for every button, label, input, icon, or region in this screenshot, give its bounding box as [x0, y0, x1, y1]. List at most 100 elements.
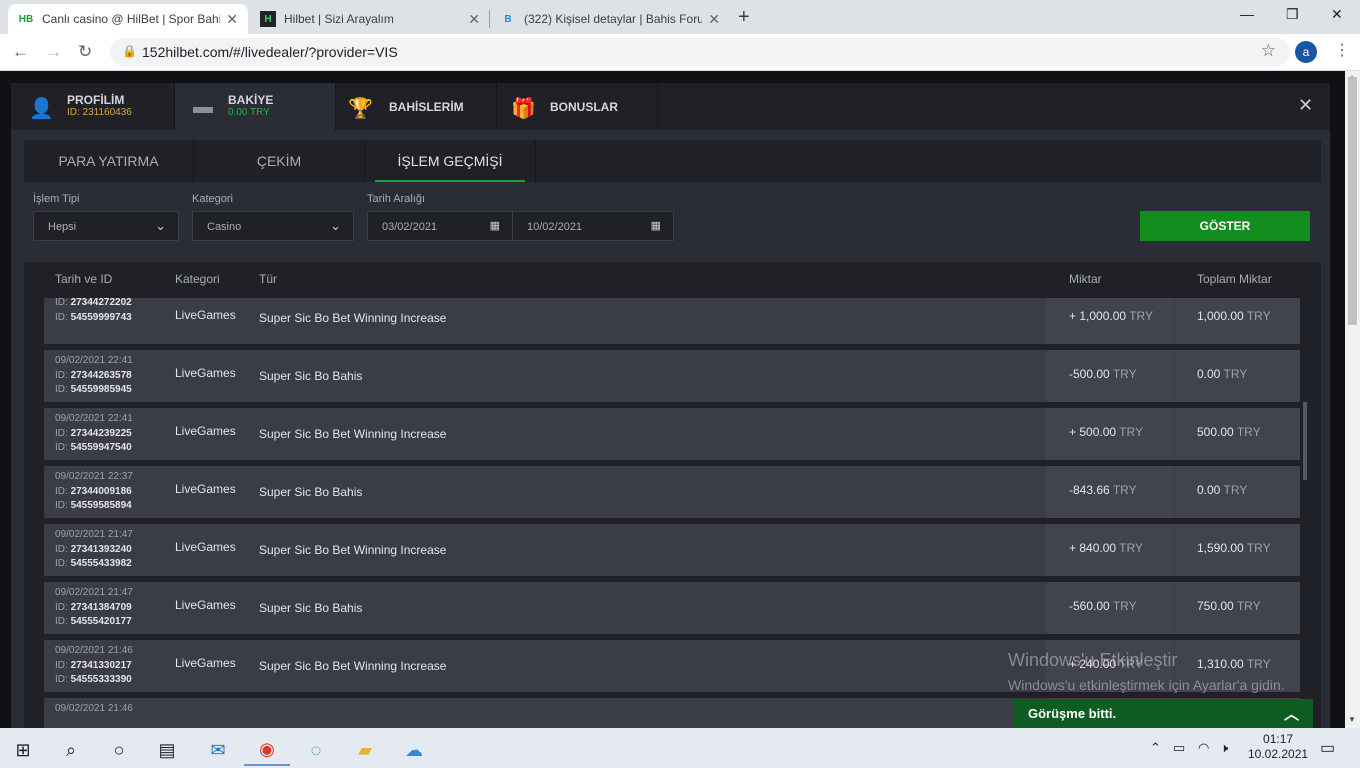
- type-filter-select[interactable]: Hepsi ⌄: [33, 211, 179, 241]
- row-id2-value: 54555433982: [70, 558, 132, 569]
- cortana-icon[interactable]: ○: [96, 734, 142, 766]
- date-from-input[interactable]: 03/02/2021 ▦: [367, 211, 513, 241]
- url-text[interactable]: 152hilbet.com/#/livedealer/?provider=VIS: [142, 44, 398, 60]
- mail-icon[interactable]: ✉: [195, 734, 241, 766]
- row-id1: ID: 27344272202: [55, 298, 166, 311]
- row-id1: ID: 27344239225: [55, 427, 166, 442]
- date-to-input[interactable]: 10/02/2021 ▦: [512, 211, 674, 241]
- subtab-withdraw[interactable]: ÇEKİM: [194, 140, 365, 182]
- browser-tab-3[interactable]: B (322) Kişisel detaylar | Bahis Forum ✕: [490, 4, 730, 34]
- browser-menu-icon[interactable]: ⋮: [1334, 40, 1350, 60]
- new-tab-icon[interactable]: +: [738, 6, 750, 29]
- row-date-id: 09/02/2021 21:47 ID: 27341384709 ID: 54555…: [44, 582, 166, 634]
- tray-chevron-icon[interactable]: ⌃: [1150, 740, 1161, 756]
- taskbar-clock[interactable]: 01:17 10.02.2021: [1248, 732, 1308, 762]
- reload-icon[interactable]: ↻: [78, 42, 92, 62]
- browser-tab-1[interactable]: HB Canlı casino @ HilBet | Spor Bahis ✕: [8, 4, 248, 34]
- row-total-currency: TRY: [1236, 425, 1261, 439]
- browser-tab-2[interactable]: H Hilbet | Sizi Arayalım ✕: [250, 4, 490, 34]
- row-total-cell: 750.00 TRY: [1175, 582, 1300, 634]
- minimize-icon[interactable]: —: [1240, 6, 1254, 22]
- scroll-thumb[interactable]: [1348, 77, 1357, 325]
- table-scroll-thumb[interactable]: [1303, 402, 1307, 480]
- page-scrollbar[interactable]: ▲ ▼: [1345, 71, 1360, 728]
- row-id1-value: 27341330217: [70, 659, 132, 671]
- bookmark-star-icon[interactable]: ☆: [1261, 41, 1276, 61]
- edge-icon[interactable]: ◌: [293, 734, 339, 766]
- type-filter-value: Hepsi: [48, 221, 77, 233]
- windows-taskbar: ⊞ ⌕ ○ ▤ ✉ ◉ ◌ ▰ ☁ ⌃ ▭ ◠ 🕨 01:17 10.02.20…: [0, 728, 1360, 768]
- battery-icon[interactable]: ▭: [1173, 740, 1185, 756]
- id-prefix: ID:: [55, 558, 68, 569]
- windows-start-icon[interactable]: ⊞: [0, 734, 46, 766]
- row-total: 0.00: [1197, 367, 1221, 381]
- chat-widget[interactable]: Görüşme bitti. ︿: [1013, 699, 1313, 728]
- row-total-currency: TRY: [1236, 599, 1261, 613]
- lock-icon: 🔒: [122, 44, 137, 58]
- task-view-icon[interactable]: ▤: [144, 734, 190, 766]
- account-tabs: 👤 PROFİLİM ID: 231160436 ▬ BAKİYE 0.00 T…: [11, 83, 1330, 130]
- chevron-down-icon: ⌄: [155, 218, 166, 233]
- chevron-up-icon[interactable]: ︿: [1284, 703, 1299, 724]
- forum-favicon-icon: B: [504, 13, 512, 25]
- back-icon[interactable]: ←: [12, 42, 29, 62]
- user-icon: 👤: [29, 98, 54, 120]
- tab-balance[interactable]: ▬ BAKİYE 0.00 TRY: [175, 83, 336, 130]
- table-row: 09/02/2021 21:47 ID: 27341384709 ID: 54555…: [44, 582, 1300, 634]
- tab-profile[interactable]: 👤 PROFİLİM ID: 231160436: [11, 83, 175, 130]
- row-id1-value: 27344239225: [70, 427, 132, 439]
- row-date: 09/02/2021 21:47: [55, 529, 133, 540]
- row-date-id: 09/02/2021 21:46 ID: 27341330217 ID: 54555…: [44, 640, 166, 692]
- close-window-icon[interactable]: ✕: [1331, 6, 1343, 23]
- row-total-cell: 500.00 TRY: [1175, 408, 1300, 460]
- scroll-down-icon[interactable]: ▼: [1348, 715, 1356, 724]
- row-id2: ID: 54555420177: [55, 615, 166, 630]
- address-bar[interactable]: 🔒 152hilbet.com/#/livedealer/?provider=V…: [110, 38, 1290, 66]
- row-date-id: 09/02/2021 22:37 ID: 27344009186 ID: 54559…: [44, 466, 166, 518]
- browser-toolbar: ← → ↻ 🔒 152hilbet.com/#/livedealer/?prov…: [0, 34, 1360, 71]
- activation-watermark-title: Windows'u Etkinleştir: [1008, 650, 1178, 670]
- wifi-icon[interactable]: ◠: [1198, 740, 1209, 756]
- row-type: Super Sic Bo Bet Winning Increase: [259, 659, 447, 673]
- row-id1-value: 27344263578: [70, 369, 132, 381]
- restore-icon[interactable]: ❐: [1286, 6, 1299, 23]
- subtab-history[interactable]: İŞLEM GEÇMİŞİ: [365, 140, 536, 182]
- row-id2-value: 54559999743: [70, 311, 132, 323]
- volume-mute-icon[interactable]: 🕨: [1220, 740, 1228, 756]
- row-total-cell: 1,590.00 TRY: [1175, 524, 1300, 576]
- row-id1-value: 27341393240: [70, 543, 132, 555]
- row-category: LiveGames: [175, 656, 236, 670]
- tab-bonuses[interactable]: 🎁 BONUSLAR: [497, 83, 658, 130]
- close-tab-icon[interactable]: ✕: [708, 11, 720, 28]
- row-amount-currency: TRY: [1119, 541, 1143, 555]
- col-header-type: Tür: [259, 272, 277, 286]
- show-button[interactable]: GÖSTER: [1140, 211, 1310, 241]
- browser-tab-title: Canlı casino @ HilBet | Spor Bahis: [42, 12, 221, 26]
- calendar-icon[interactable]: ▦: [490, 219, 500, 232]
- category-filter-select[interactable]: Casino ⌄: [192, 211, 354, 241]
- notifications-icon[interactable]: ▭: [1320, 738, 1335, 758]
- close-tab-icon[interactable]: ✕: [468, 11, 480, 28]
- forward-icon[interactable]: →: [45, 42, 62, 62]
- file-explorer-icon[interactable]: ▰: [342, 734, 388, 766]
- tab-my-bets[interactable]: 🏆 BAHİSLERİM: [336, 83, 497, 130]
- row-id2: ID: 54555433982: [55, 557, 166, 572]
- row-type: Super Sic Bo Bet Winning Increase: [259, 311, 447, 325]
- close-modal-icon[interactable]: ✕: [1298, 95, 1313, 116]
- row-id1: ID: 27341384709: [55, 601, 166, 616]
- row-amount: + 840.00: [1069, 541, 1117, 555]
- profile-avatar[interactable]: a: [1295, 41, 1317, 63]
- onedrive-icon[interactable]: ☁: [391, 734, 437, 766]
- chrome-icon[interactable]: ◉: [244, 734, 290, 766]
- row-id1-value: 27341384709: [70, 601, 132, 613]
- trophy-icon: 🏆: [348, 98, 373, 120]
- category-filter-value: Casino: [207, 221, 242, 233]
- row-amount-currency: TRY: [1112, 367, 1137, 381]
- close-tab-icon[interactable]: ✕: [226, 11, 238, 28]
- table-row: 09/02/2021 21:47 ID: 27341393240 ID: 54555…: [44, 524, 1300, 576]
- search-icon[interactable]: ⌕: [48, 734, 94, 766]
- calendar-icon[interactable]: ▦: [651, 219, 661, 232]
- col-header-date: Tarih ve ID: [55, 272, 113, 286]
- subtab-deposit[interactable]: PARA YATIRMA: [24, 140, 194, 182]
- id-prefix: ID:: [55, 500, 68, 511]
